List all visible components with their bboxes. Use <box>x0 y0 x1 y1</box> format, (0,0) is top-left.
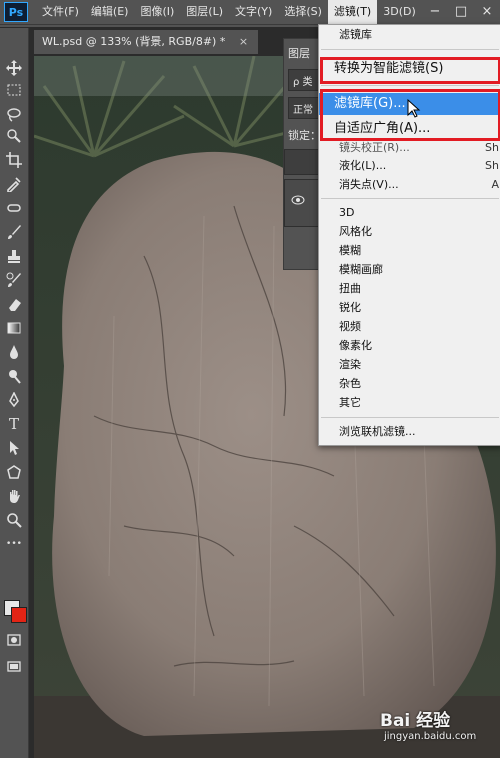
type-icon[interactable]: T <box>4 414 24 434</box>
menu-separator <box>321 49 499 50</box>
menu-item-render[interactable]: 渲染 <box>319 356 500 374</box>
more-icon[interactable]: ••• <box>4 534 24 554</box>
tools-panel: T ••• <box>0 28 29 758</box>
menu-image[interactable]: 图像(I) <box>134 0 180 24</box>
path-select-icon[interactable] <box>4 438 24 458</box>
blend-mode-value: 正常 <box>293 105 313 116</box>
liquify-shortcut: Sh <box>485 159 499 172</box>
layer-filter-label: ρ 类 <box>293 77 313 88</box>
lens-correction-label: 镜头校正(R)... <box>339 141 410 154</box>
liquify-label: 液化(L)... <box>339 159 387 172</box>
document-tab[interactable]: WL.psd @ 133% (背景, RGB/8#) * × <box>34 30 259 54</box>
shape-icon[interactable] <box>4 462 24 482</box>
pen-icon[interactable] <box>4 390 24 410</box>
menu-item-stylize[interactable]: 风格化 <box>319 223 500 241</box>
zoom-icon[interactable] <box>4 510 24 530</box>
menu-item-filter-gallery-last[interactable]: 滤镜库 <box>319 26 500 44</box>
menu-edit[interactable]: 编辑(E) <box>85 0 135 24</box>
hand-icon[interactable] <box>4 486 24 506</box>
document-tab-title: WL.psd @ 133% (背景, RGB/8#) * <box>42 35 226 48</box>
vanishing-point-shortcut: A <box>491 178 499 191</box>
menu-item-blur[interactable]: 模糊 <box>319 242 500 260</box>
close-button[interactable]: × <box>474 0 500 24</box>
lock-label: 锁定： <box>288 129 321 142</box>
dodge-icon[interactable] <box>4 366 24 386</box>
maximize-button[interactable]: □ <box>448 0 474 24</box>
lens-correction-shortcut: Sh <box>485 141 499 154</box>
baidu-logo: Bai 经验 <box>380 711 451 731</box>
baidu-watermark: Bai 经验 jingyan.baidu.com <box>380 706 476 742</box>
gradient-icon[interactable] <box>4 318 24 338</box>
background-color-swatch[interactable] <box>11 607 27 623</box>
brush-icon[interactable] <box>4 222 24 242</box>
baidu-url: jingyan.baidu.com <box>384 731 477 742</box>
document-tab-bar: WL.psd @ 133% (背景, RGB/8#) * × <box>34 30 259 54</box>
eyedropper-icon[interactable] <box>4 174 24 194</box>
minimize-button[interactable]: − <box>422 0 448 24</box>
stamp-icon[interactable] <box>4 246 24 266</box>
menu-item-noise[interactable]: 杂色 <box>319 375 500 393</box>
quick-select-icon[interactable] <box>4 126 24 146</box>
blur-icon[interactable] <box>4 342 24 362</box>
menu-separator <box>321 198 499 199</box>
screen-mode-icon[interactable] <box>4 656 24 676</box>
highlight-box <box>320 57 500 84</box>
highlight-box <box>320 89 500 141</box>
menu-item-other[interactable]: 其它 <box>319 394 500 412</box>
history-brush-icon[interactable] <box>4 270 24 290</box>
eraser-icon[interactable] <box>4 294 24 314</box>
layers-panel-title[interactable]: 图层 <box>288 45 310 61</box>
menu-3d[interactable]: 3D(D) <box>377 0 422 24</box>
menu-select[interactable]: 选择(S) <box>278 0 328 24</box>
menu-item-liquify[interactable]: 液化(L)... Sh <box>319 157 500 175</box>
menu-separator <box>321 417 499 418</box>
photoshop-logo: Ps <box>4 2 28 22</box>
menu-type[interactable]: 文字(Y) <box>229 0 278 24</box>
lasso-icon[interactable] <box>4 104 24 124</box>
menu-item-blur-gallery[interactable]: 模糊画廊 <box>319 261 500 279</box>
menu-item-browse-filters-online[interactable]: 浏览联机滤镜... <box>319 423 500 441</box>
move-icon[interactable] <box>4 58 24 78</box>
healing-icon[interactable] <box>4 198 24 218</box>
menu-filter[interactable]: 滤镜(T) <box>327 0 378 24</box>
menu-separator <box>321 85 499 86</box>
menu-item-lens-correction[interactable]: 镜头校正(R)... Sh <box>319 139 500 157</box>
menu-item-3d[interactable]: 3D <box>319 204 500 222</box>
vanishing-point-label: 消失点(V)... <box>339 178 399 191</box>
eye-icon[interactable] <box>291 195 305 205</box>
menu-bar: Ps 文件(F) 编辑(E) 图像(I) 图层(L) 文字(Y) 选择(S) 滤… <box>0 0 500 25</box>
quick-mask-icon[interactable] <box>4 630 24 650</box>
menu-item-pixelate[interactable]: 像素化 <box>319 337 500 355</box>
menu-item-video[interactable]: 视频 <box>319 318 500 336</box>
filter-dropdown-menu: 滤镜库 转换为智能滤镜(S) 滤镜库(G)... 自适应广角(A)... 镜头校… <box>318 24 500 446</box>
marquee-icon[interactable] <box>4 80 24 100</box>
menu-file[interactable]: 文件(F) <box>36 0 85 24</box>
menu-item-sharpen[interactable]: 锐化 <box>319 299 500 317</box>
menu-item-vanishing-point[interactable]: 消失点(V)... A <box>319 176 500 194</box>
crop-icon[interactable] <box>4 150 24 170</box>
menu-item-distort[interactable]: 扭曲 <box>319 280 500 298</box>
tab-close-icon[interactable]: × <box>239 35 248 48</box>
menu-layer[interactable]: 图层(L) <box>180 0 229 24</box>
window-controls: − □ × <box>422 0 500 24</box>
